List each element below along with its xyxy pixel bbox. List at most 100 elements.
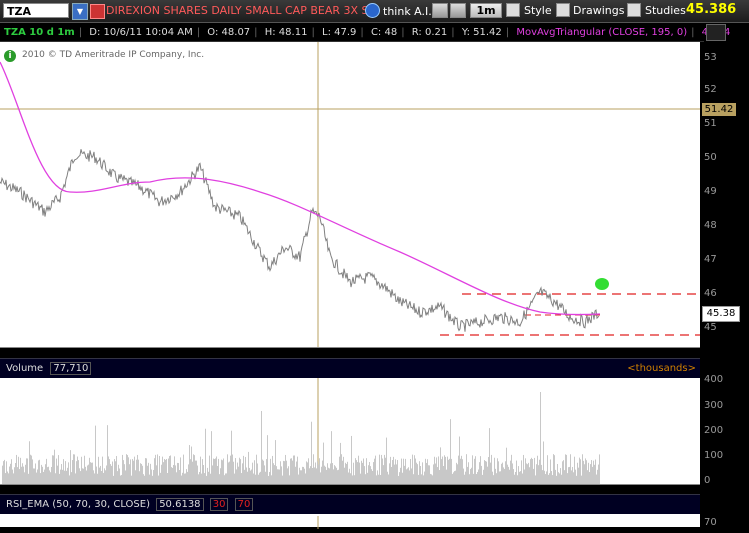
style-button[interactable]: Style — [524, 4, 552, 17]
link-icon[interactable] — [432, 3, 448, 18]
volume-pane[interactable] — [0, 378, 700, 485]
rsi-label[interactable]: RSI_EMA (50, 70, 30, CLOSE) — [6, 499, 150, 510]
volume-bar — [585, 458, 586, 484]
volume-bar — [273, 463, 274, 484]
volume-bar — [573, 472, 574, 484]
volume-bar — [187, 471, 188, 484]
volume-bar — [88, 464, 89, 484]
volume-bar — [221, 459, 222, 484]
drawings-icon[interactable] — [556, 3, 570, 17]
info-icon[interactable]: i — [4, 50, 16, 62]
volume-bar — [166, 458, 167, 484]
volume-bar — [351, 435, 352, 484]
volume-bar — [252, 462, 253, 484]
study-name[interactable]: MovAvgTriangular (CLOSE, 195, 0) — [516, 27, 687, 38]
volume-bar — [480, 456, 481, 484]
volume-bar — [89, 457, 90, 484]
volume-bar — [72, 460, 73, 484]
volume-bar — [378, 474, 379, 484]
flag-icon[interactable] — [90, 4, 105, 19]
volume-bar — [292, 460, 293, 484]
volume-bar — [320, 472, 321, 484]
volume-bar — [129, 464, 130, 484]
volume-bar — [301, 470, 302, 484]
wrench-icon[interactable] — [450, 3, 466, 18]
volume-bar — [232, 454, 233, 484]
volume-bar — [598, 464, 599, 484]
date-readout: D: 10/6/11 10:04 AM — [89, 27, 193, 38]
volume-bar — [197, 465, 198, 484]
volume-bar — [460, 458, 461, 484]
volume-bar — [21, 466, 22, 484]
volume-bar — [8, 473, 9, 484]
volume-bar — [210, 473, 211, 484]
volume-bar — [346, 463, 347, 484]
volume-bar — [407, 468, 408, 484]
volume-bar — [54, 449, 55, 484]
volume-bar — [551, 471, 552, 484]
price-axis[interactable]: 53 52 51 50 49 48 47 46 45 51.42 45.38 — [700, 42, 749, 347]
timeframe-button[interactable]: 1m — [470, 3, 502, 18]
volume-bar — [597, 469, 598, 484]
volume-bar — [470, 469, 471, 484]
volume-bar — [244, 469, 245, 484]
volume-bar — [156, 465, 157, 484]
volume-bar — [513, 469, 514, 484]
volume-bar — [399, 472, 400, 484]
volume-bar — [34, 468, 35, 484]
volume-bar — [118, 464, 119, 484]
volume-bar — [144, 475, 145, 484]
volume-bar — [108, 456, 109, 484]
volume-bar — [441, 459, 442, 484]
symbol-dropdown-icon[interactable]: ▼ — [72, 3, 88, 20]
volume-bar — [586, 460, 587, 484]
volume-bar — [94, 473, 95, 484]
drawings-button[interactable]: Drawings — [573, 4, 624, 17]
volume-bar — [225, 473, 226, 484]
volume-bar — [142, 465, 143, 484]
studies-button[interactable]: Studies — [645, 4, 686, 17]
volume-bar — [289, 475, 290, 484]
volume-bar — [226, 473, 227, 484]
volume-bar — [529, 467, 530, 484]
volume-tick: 300 — [704, 400, 724, 411]
studies-icon[interactable] — [627, 3, 641, 17]
volume-bar — [387, 471, 388, 484]
volume-bar — [429, 465, 430, 484]
volume-bar — [446, 469, 447, 484]
volume-bar — [10, 463, 11, 484]
volume-bar — [476, 474, 477, 484]
chart-settings-icon[interactable] — [706, 24, 726, 41]
volume-bar — [29, 441, 30, 484]
volume-bar — [548, 474, 549, 484]
volume-bar — [45, 464, 46, 484]
volume-tick: 0 — [704, 475, 711, 486]
volume-bar — [291, 458, 292, 484]
rsi-value: 50.6138 — [156, 498, 204, 511]
volume-bar — [437, 467, 438, 484]
volume-bar — [444, 455, 445, 484]
volume-bar — [469, 474, 470, 484]
rsi-pane[interactable] — [0, 514, 700, 529]
price-pane[interactable]: i 2010 © TD Ameritrade IP Company, Inc. — [0, 42, 700, 348]
volume-bar — [472, 455, 473, 484]
volume-bar — [325, 466, 326, 484]
volume-bar — [482, 474, 483, 484]
close-readout: C: 48 — [370, 27, 398, 38]
alert-marker[interactable] — [595, 278, 609, 290]
volume-bar — [114, 459, 115, 484]
volume-bar — [259, 472, 260, 484]
volume-bar — [81, 456, 82, 484]
volume-bar — [153, 469, 154, 484]
volume-bar — [80, 471, 81, 484]
volume-bar — [241, 473, 242, 484]
volume-bar — [497, 458, 498, 484]
think-ai-button[interactable]: think A.I. — [365, 3, 432, 19]
volume-bar — [280, 461, 281, 484]
price-tick: 52 — [704, 84, 717, 95]
style-icon[interactable] — [506, 3, 520, 17]
volume-bar — [318, 464, 319, 484]
symbol-input[interactable]: TZA — [3, 3, 69, 18]
volume-bar — [58, 455, 59, 484]
volume-bar — [416, 462, 417, 484]
